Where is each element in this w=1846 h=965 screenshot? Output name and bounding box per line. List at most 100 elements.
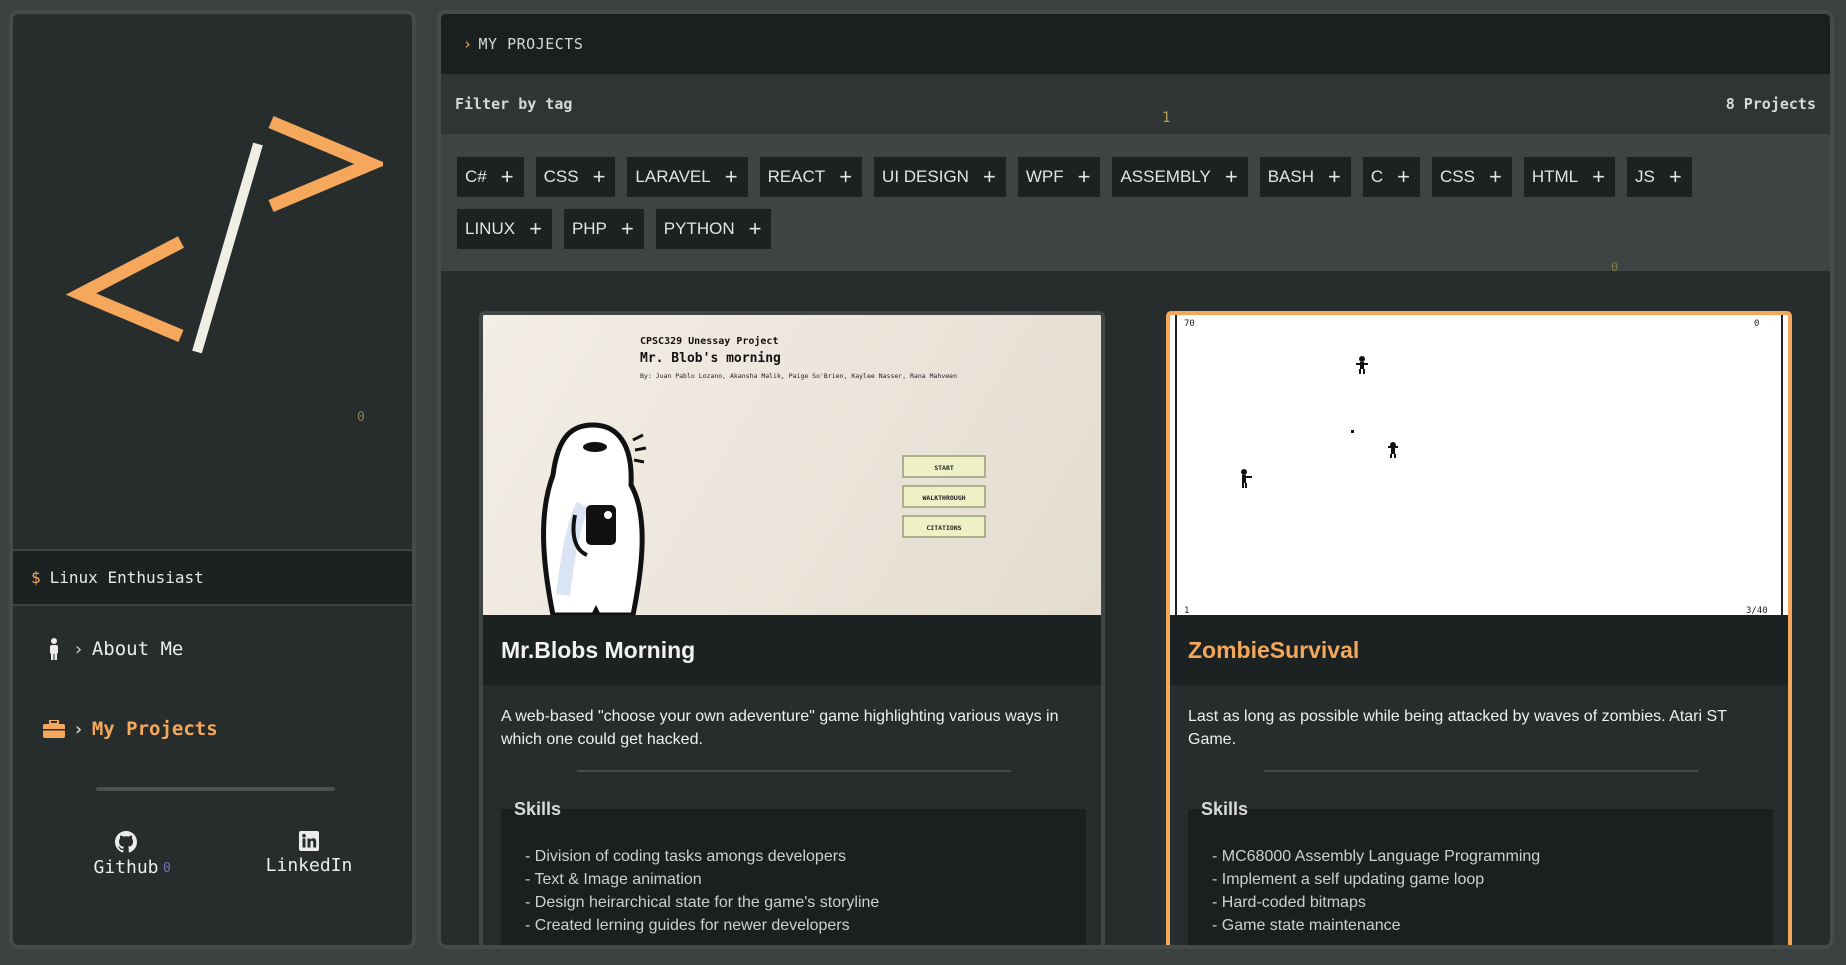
chevron-right-icon: › <box>73 638 84 660</box>
tag-label: CSS <box>1440 167 1475 186</box>
skill-item: - Design heirarchical state for the game… <box>525 894 880 911</box>
linkedin-link[interactable]: LinkedIn <box>254 831 364 876</box>
project-count: 8 Projects <box>1725 95 1816 113</box>
skill-item: - Implement a self updating game loop <box>1212 871 1485 888</box>
plus-icon: + <box>1668 164 1682 189</box>
tag-label: BASH <box>1267 167 1314 186</box>
tag-label: REACT <box>767 167 826 186</box>
tag-chip[interactable]: REACT + <box>759 157 863 197</box>
plus-icon: + <box>724 164 738 189</box>
nav-about-me[interactable]: › About Me <box>43 638 183 660</box>
skills-title: Skills <box>514 799 562 819</box>
project-description: Last as long as possible while being att… <box>1188 708 1727 748</box>
tag-chip[interactable]: UI DESIGN + <box>874 157 1006 197</box>
plus-icon: + <box>1077 164 1091 189</box>
plus-icon: + <box>1328 164 1341 189</box>
plus-icon: + <box>1592 164 1605 189</box>
plus-icon: + <box>500 164 514 189</box>
plus-icon: + <box>592 164 606 189</box>
nav-divider <box>96 787 335 791</box>
game-score-right: 0 <box>1754 319 1759 329</box>
tag-chip[interactable]: C + <box>1362 157 1420 197</box>
tag-chip[interactable]: ASSEMBLY + <box>1112 157 1248 197</box>
plus-icon: + <box>620 216 634 241</box>
project-card[interactable]: CPSC329 Unessay Project Mr. Blob's morni… <box>479 311 1105 945</box>
project-title[interactable]: ZombieSurvival <box>1170 615 1788 685</box>
github-icon <box>115 831 137 853</box>
tag-chip[interactable]: WPF + <box>1017 157 1101 197</box>
zombie-game-image: 70 0 1 3/40 <box>1175 315 1783 615</box>
nav-about-me-label: About Me <box>91 638 184 660</box>
linkedin-label: LinkedIn <box>265 855 353 876</box>
tag-chip[interactable]: CSS + <box>1432 157 1512 197</box>
skill-item: - Created lerning guides for newer devel… <box>525 917 850 934</box>
person-icon <box>43 638 65 660</box>
project-preview: CPSC329 Unessay Project Mr. Blob's morni… <box>483 315 1101 615</box>
linkedin-icon <box>299 831 319 851</box>
tag-chip[interactable]: PHP + <box>563 209 644 249</box>
tag-label: WPF <box>1025 167 1064 186</box>
chevron-right-icon: › <box>73 718 84 740</box>
code-slash-logo <box>65 116 383 354</box>
tag-label: HTML <box>1531 167 1579 186</box>
game-ammo: 3/40 <box>1746 606 1768 615</box>
nav-my-projects[interactable]: › My Projects <box>43 718 218 740</box>
skills-box: Skills - Division of coding tasks amongs… <box>501 799 1086 945</box>
plus-icon: + <box>1224 164 1238 189</box>
tag-chip[interactable]: JS + <box>1626 157 1692 197</box>
divider <box>1264 770 1698 772</box>
filter-label: Filter by tag <box>455 95 573 113</box>
plus-icon: + <box>529 216 542 241</box>
chevron-right-icon: › <box>463 35 473 53</box>
tag-label: C# <box>465 167 487 186</box>
tag-label: C <box>1370 167 1384 186</box>
tag-label: ASSEMBLY <box>1120 167 1211 186</box>
tag-chip[interactable]: HTML + <box>1523 157 1615 197</box>
tag-label: LINUX <box>465 219 516 238</box>
projects-panel: › MY PROJECTS Filter by tag 8 Projects 1… <box>437 10 1834 949</box>
nav-my-projects-label: My Projects <box>91 718 218 740</box>
plus-icon: + <box>748 216 762 241</box>
briefcase-icon <box>43 720 65 738</box>
skills-title: Skills <box>1201 799 1249 819</box>
breadcrumb-text: MY PROJECTS <box>478 35 584 53</box>
filter-bar: Filter by tag 8 Projects <box>441 74 1830 134</box>
tag-label: PYTHON <box>663 219 735 238</box>
preview-authors: By: Juan Pablo Lozano, Akansha Malik, Pa… <box>640 372 957 380</box>
skill-item: - MC68000 Assembly Language Programming <box>1212 848 1541 865</box>
blob-character-image: CPSC329 Unessay Project Mr. Blob's morni… <box>541 335 986 615</box>
tag-chip[interactable]: LARAVEL + <box>627 157 748 197</box>
project-card[interactable]: 70 0 1 3/40 ZombieSurvival Last as long … <box>1166 311 1792 945</box>
tag-chip[interactable]: CSS + <box>535 157 616 197</box>
project-preview: 70 0 1 3/40 <box>1170 315 1788 615</box>
project-title[interactable]: Mr.Blobs Morning <box>483 615 1101 685</box>
plus-icon: + <box>839 164 853 189</box>
prompt-symbol: $ <box>31 568 41 587</box>
tag-chip[interactable]: BASH + <box>1259 157 1351 197</box>
tag-chip[interactable]: C# + <box>457 157 524 197</box>
plus-icon: + <box>1488 164 1502 189</box>
skill-item: - Text & Image animation <box>525 871 702 888</box>
tagline-text: Linux Enthusiast <box>49 568 204 587</box>
tag-chip[interactable]: LINUX + <box>457 209 552 249</box>
sidebar: 0 $ Linux Enthusiast › About Me › My Pro… <box>9 10 416 949</box>
skill-item: - Hard-coded bitmaps <box>1212 894 1366 911</box>
project-description: A web-based "choose your own adeventure"… <box>501 708 1059 748</box>
project-grid: CPSC329 Unessay Project Mr. Blob's morni… <box>441 271 1830 945</box>
tag-label: CSS <box>543 167 579 186</box>
skills-list: - Division of coding tasks amongs develo… <box>525 845 879 937</box>
preview-walkthrough: WALKTHROUGH <box>922 494 965 502</box>
skill-item: - Game state maintenance <box>1212 917 1401 934</box>
preview-citations: CITATIONS <box>926 524 961 532</box>
tag-chip[interactable]: PYTHON + <box>655 209 772 249</box>
preview-course: CPSC329 Unessay Project <box>640 335 778 347</box>
github-label: Github <box>93 857 159 878</box>
tagline: $ Linux Enthusiast <box>13 549 412 606</box>
skill-item: - Division of coding tasks amongs develo… <box>525 848 847 865</box>
game-score-left: 70 <box>1184 319 1195 329</box>
preview-start: START <box>934 464 954 472</box>
plus-icon: + <box>982 164 996 189</box>
filter-counter: 1 <box>1162 110 1171 126</box>
game-level: 1 <box>1184 606 1189 615</box>
github-counter: 0 <box>163 861 171 876</box>
